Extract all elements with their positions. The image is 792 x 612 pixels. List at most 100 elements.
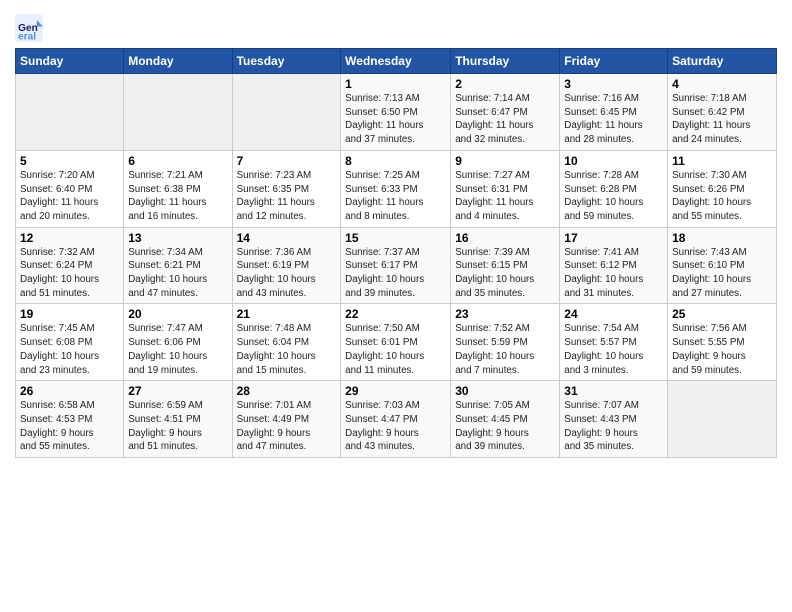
day-number: 11 bbox=[672, 154, 772, 168]
day-info: Sunrise: 7:14 AM Sunset: 6:47 PM Dayligh… bbox=[455, 92, 555, 147]
day-number: 2 bbox=[455, 77, 555, 91]
weekday-header-thursday: Thursday bbox=[451, 49, 560, 74]
day-number: 7 bbox=[237, 154, 337, 168]
day-cell: 11Sunrise: 7:30 AM Sunset: 6:26 PM Dayli… bbox=[668, 150, 777, 227]
day-info: Sunrise: 7:16 AM Sunset: 6:45 PM Dayligh… bbox=[564, 92, 663, 147]
day-cell: 25Sunrise: 7:56 AM Sunset: 5:55 PM Dayli… bbox=[668, 304, 777, 381]
day-info: Sunrise: 7:03 AM Sunset: 4:47 PM Dayligh… bbox=[345, 399, 446, 454]
day-cell: 1Sunrise: 7:13 AM Sunset: 6:50 PM Daylig… bbox=[341, 74, 451, 151]
weekday-header-tuesday: Tuesday bbox=[232, 49, 341, 74]
weekday-header-sunday: Sunday bbox=[16, 49, 124, 74]
day-cell bbox=[124, 74, 232, 151]
day-cell: 10Sunrise: 7:28 AM Sunset: 6:28 PM Dayli… bbox=[560, 150, 668, 227]
day-number: 1 bbox=[345, 77, 446, 91]
day-number: 25 bbox=[672, 307, 772, 321]
day-cell: 13Sunrise: 7:34 AM Sunset: 6:21 PM Dayli… bbox=[124, 227, 232, 304]
day-info: Sunrise: 6:58 AM Sunset: 4:53 PM Dayligh… bbox=[20, 399, 119, 454]
week-row-2: 5Sunrise: 7:20 AM Sunset: 6:40 PM Daylig… bbox=[16, 150, 777, 227]
day-number: 30 bbox=[455, 384, 555, 398]
day-number: 6 bbox=[128, 154, 227, 168]
day-info: Sunrise: 7:13 AM Sunset: 6:50 PM Dayligh… bbox=[345, 92, 446, 147]
weekday-header-row: SundayMondayTuesdayWednesdayThursdayFrid… bbox=[16, 49, 777, 74]
day-info: Sunrise: 7:54 AM Sunset: 5:57 PM Dayligh… bbox=[564, 322, 663, 377]
day-number: 23 bbox=[455, 307, 555, 321]
day-info: Sunrise: 7:52 AM Sunset: 5:59 PM Dayligh… bbox=[455, 322, 555, 377]
day-number: 8 bbox=[345, 154, 446, 168]
weekday-header-monday: Monday bbox=[124, 49, 232, 74]
day-info: Sunrise: 7:45 AM Sunset: 6:08 PM Dayligh… bbox=[20, 322, 119, 377]
day-number: 21 bbox=[237, 307, 337, 321]
day-cell: 23Sunrise: 7:52 AM Sunset: 5:59 PM Dayli… bbox=[451, 304, 560, 381]
day-info: Sunrise: 7:48 AM Sunset: 6:04 PM Dayligh… bbox=[237, 322, 337, 377]
day-number: 26 bbox=[20, 384, 119, 398]
header: Gen eral bbox=[15, 10, 777, 42]
day-number: 10 bbox=[564, 154, 663, 168]
day-number: 18 bbox=[672, 231, 772, 245]
day-info: Sunrise: 7:23 AM Sunset: 6:35 PM Dayligh… bbox=[237, 169, 337, 224]
day-cell: 14Sunrise: 7:36 AM Sunset: 6:19 PM Dayli… bbox=[232, 227, 341, 304]
day-cell: 31Sunrise: 7:07 AM Sunset: 4:43 PM Dayli… bbox=[560, 381, 668, 458]
day-cell: 30Sunrise: 7:05 AM Sunset: 4:45 PM Dayli… bbox=[451, 381, 560, 458]
day-cell: 6Sunrise: 7:21 AM Sunset: 6:38 PM Daylig… bbox=[124, 150, 232, 227]
day-info: Sunrise: 7:37 AM Sunset: 6:17 PM Dayligh… bbox=[345, 246, 446, 301]
day-cell: 15Sunrise: 7:37 AM Sunset: 6:17 PM Dayli… bbox=[341, 227, 451, 304]
day-cell: 24Sunrise: 7:54 AM Sunset: 5:57 PM Dayli… bbox=[560, 304, 668, 381]
day-number: 12 bbox=[20, 231, 119, 245]
page: Gen eral SundayMondayTuesdayWednesdayThu… bbox=[0, 0, 792, 612]
day-cell: 19Sunrise: 7:45 AM Sunset: 6:08 PM Dayli… bbox=[16, 304, 124, 381]
day-cell: 17Sunrise: 7:41 AM Sunset: 6:12 PM Dayli… bbox=[560, 227, 668, 304]
day-cell bbox=[668, 381, 777, 458]
day-number: 31 bbox=[564, 384, 663, 398]
day-number: 3 bbox=[564, 77, 663, 91]
day-cell: 28Sunrise: 7:01 AM Sunset: 4:49 PM Dayli… bbox=[232, 381, 341, 458]
day-info: Sunrise: 7:36 AM Sunset: 6:19 PM Dayligh… bbox=[237, 246, 337, 301]
day-info: Sunrise: 7:05 AM Sunset: 4:45 PM Dayligh… bbox=[455, 399, 555, 454]
day-info: Sunrise: 7:47 AM Sunset: 6:06 PM Dayligh… bbox=[128, 322, 227, 377]
week-row-3: 12Sunrise: 7:32 AM Sunset: 6:24 PM Dayli… bbox=[16, 227, 777, 304]
day-number: 29 bbox=[345, 384, 446, 398]
weekday-header-wednesday: Wednesday bbox=[341, 49, 451, 74]
day-number: 14 bbox=[237, 231, 337, 245]
day-number: 24 bbox=[564, 307, 663, 321]
day-info: Sunrise: 7:41 AM Sunset: 6:12 PM Dayligh… bbox=[564, 246, 663, 301]
day-info: Sunrise: 7:01 AM Sunset: 4:49 PM Dayligh… bbox=[237, 399, 337, 454]
day-cell: 4Sunrise: 7:18 AM Sunset: 6:42 PM Daylig… bbox=[668, 74, 777, 151]
day-number: 28 bbox=[237, 384, 337, 398]
day-number: 15 bbox=[345, 231, 446, 245]
day-cell: 18Sunrise: 7:43 AM Sunset: 6:10 PM Dayli… bbox=[668, 227, 777, 304]
day-info: Sunrise: 7:30 AM Sunset: 6:26 PM Dayligh… bbox=[672, 169, 772, 224]
day-number: 9 bbox=[455, 154, 555, 168]
day-cell: 5Sunrise: 7:20 AM Sunset: 6:40 PM Daylig… bbox=[16, 150, 124, 227]
day-cell: 2Sunrise: 7:14 AM Sunset: 6:47 PM Daylig… bbox=[451, 74, 560, 151]
day-info: Sunrise: 7:43 AM Sunset: 6:10 PM Dayligh… bbox=[672, 246, 772, 301]
day-number: 22 bbox=[345, 307, 446, 321]
day-info: Sunrise: 7:25 AM Sunset: 6:33 PM Dayligh… bbox=[345, 169, 446, 224]
day-cell: 3Sunrise: 7:16 AM Sunset: 6:45 PM Daylig… bbox=[560, 74, 668, 151]
day-info: Sunrise: 7:50 AM Sunset: 6:01 PM Dayligh… bbox=[345, 322, 446, 377]
day-info: Sunrise: 7:34 AM Sunset: 6:21 PM Dayligh… bbox=[128, 246, 227, 301]
day-info: Sunrise: 7:07 AM Sunset: 4:43 PM Dayligh… bbox=[564, 399, 663, 454]
day-info: Sunrise: 7:28 AM Sunset: 6:28 PM Dayligh… bbox=[564, 169, 663, 224]
day-info: Sunrise: 7:56 AM Sunset: 5:55 PM Dayligh… bbox=[672, 322, 772, 377]
day-info: Sunrise: 7:27 AM Sunset: 6:31 PM Dayligh… bbox=[455, 169, 555, 224]
logo-icon: Gen eral bbox=[15, 14, 43, 42]
svg-text:eral: eral bbox=[18, 32, 36, 42]
day-cell: 7Sunrise: 7:23 AM Sunset: 6:35 PM Daylig… bbox=[232, 150, 341, 227]
weekday-header-saturday: Saturday bbox=[668, 49, 777, 74]
week-row-1: 1Sunrise: 7:13 AM Sunset: 6:50 PM Daylig… bbox=[16, 74, 777, 151]
day-cell: 20Sunrise: 7:47 AM Sunset: 6:06 PM Dayli… bbox=[124, 304, 232, 381]
day-number: 20 bbox=[128, 307, 227, 321]
day-cell: 8Sunrise: 7:25 AM Sunset: 6:33 PM Daylig… bbox=[341, 150, 451, 227]
day-info: Sunrise: 7:32 AM Sunset: 6:24 PM Dayligh… bbox=[20, 246, 119, 301]
day-info: Sunrise: 7:39 AM Sunset: 6:15 PM Dayligh… bbox=[455, 246, 555, 301]
day-cell: 26Sunrise: 6:58 AM Sunset: 4:53 PM Dayli… bbox=[16, 381, 124, 458]
day-number: 19 bbox=[20, 307, 119, 321]
day-number: 4 bbox=[672, 77, 772, 91]
day-info: Sunrise: 7:18 AM Sunset: 6:42 PM Dayligh… bbox=[672, 92, 772, 147]
calendar-table: SundayMondayTuesdayWednesdayThursdayFrid… bbox=[15, 48, 777, 458]
day-number: 17 bbox=[564, 231, 663, 245]
logo: Gen eral bbox=[15, 14, 45, 42]
day-cell: 22Sunrise: 7:50 AM Sunset: 6:01 PM Dayli… bbox=[341, 304, 451, 381]
day-cell bbox=[232, 74, 341, 151]
day-cell: 9Sunrise: 7:27 AM Sunset: 6:31 PM Daylig… bbox=[451, 150, 560, 227]
